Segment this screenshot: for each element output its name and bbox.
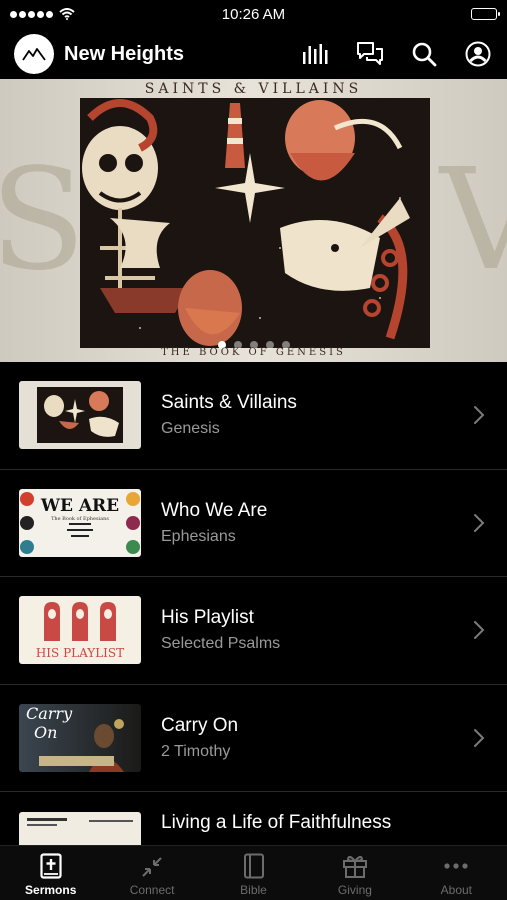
tab-label: Sermons bbox=[25, 883, 77, 897]
church-logo[interactable] bbox=[14, 34, 54, 74]
list-item-text: Carry On 2 Timothy bbox=[161, 715, 507, 761]
hero-background-letter-left: S bbox=[0, 139, 86, 302]
mountain-logo-icon bbox=[22, 48, 46, 61]
gift-icon bbox=[342, 855, 367, 878]
app-title: New Heights bbox=[64, 42, 185, 65]
more-dots-icon bbox=[444, 863, 468, 869]
hero-bottom-text: THE BOOK OF GENESIS bbox=[161, 347, 346, 358]
status-bar: 10:26 AM bbox=[0, 0, 507, 28]
tab-label: Giving bbox=[337, 883, 372, 897]
tab-connect[interactable]: Connect bbox=[101, 846, 202, 900]
hero-banner[interactable]: S V SAINTS & VILLAINS THE BOOK OF GENESI… bbox=[0, 79, 507, 362]
list-item-text: Living a Life of Faithfulness bbox=[161, 812, 507, 834]
bible-plus-icon bbox=[40, 853, 62, 879]
chevron-right-icon bbox=[474, 406, 485, 425]
thumbnail-title-line-2: On bbox=[34, 722, 58, 742]
list-item[interactable]: Carry On 2 Timothy Carry On bbox=[0, 685, 507, 792]
signal-strength-icon bbox=[10, 10, 53, 18]
list-item[interactable]: Who We Are Ephesians WE ARE The Book of … bbox=[0, 470, 507, 577]
connect-arrows-icon bbox=[142, 857, 162, 877]
list-item[interactable]: His Playlist Selected Psalms HIS PLAYLIS… bbox=[0, 577, 507, 685]
sermon-subtitle: Ephesians bbox=[161, 527, 236, 545]
hero-top-text: SAINTS & VILLAINS bbox=[144, 81, 363, 97]
list-item[interactable]: Saints & Villains Genesis bbox=[0, 362, 507, 470]
status-time: 10:26 AM bbox=[221, 5, 286, 23]
search-icon[interactable] bbox=[409, 39, 439, 69]
tab-giving[interactable]: Giving bbox=[304, 846, 405, 900]
list-item-text: His Playlist Selected Psalms bbox=[161, 607, 507, 653]
sermon-subtitle: 2 Timothy bbox=[161, 742, 231, 760]
hero-artwork bbox=[80, 98, 430, 348]
book-icon bbox=[243, 853, 264, 879]
thumbnail-title-overlay: HIS PLAYLIST bbox=[35, 646, 125, 660]
series-thumbnail bbox=[19, 381, 141, 450]
audio-bars-icon[interactable] bbox=[301, 39, 331, 69]
hero-background-letter-right: V bbox=[440, 139, 507, 302]
chevron-right-icon bbox=[474, 621, 485, 640]
battery-icon bbox=[471, 8, 500, 20]
app-header: New Heights bbox=[0, 30, 507, 78]
sermon-title: Saints & Villains bbox=[161, 392, 297, 414]
chevron-right-icon bbox=[474, 728, 485, 747]
tab-sermons[interactable]: Sermons bbox=[0, 846, 101, 900]
chat-bubbles-icon[interactable] bbox=[355, 39, 385, 69]
sermon-title: His Playlist bbox=[161, 607, 254, 629]
sermon-subtitle: Genesis bbox=[161, 420, 220, 438]
profile-icon[interactable] bbox=[463, 39, 493, 69]
sermon-title: Carry On bbox=[161, 714, 239, 736]
tab-bar: Sermons Connect Bible Giving About bbox=[0, 845, 507, 900]
thumbnail-title-overlay: WE ARE bbox=[40, 495, 120, 516]
tab-label: Connect bbox=[129, 883, 175, 897]
sermon-list: Saints & Villains Genesis Who We Are Eph… bbox=[0, 362, 507, 900]
thumbnail-title-line-1: Carry bbox=[26, 703, 73, 723]
sermon-subtitle: Selected Psalms bbox=[161, 635, 281, 653]
tab-label: Bible bbox=[240, 883, 267, 897]
status-left bbox=[10, 8, 75, 20]
sermon-title: Living a Life of Faithfulness bbox=[161, 812, 392, 833]
chevron-right-icon bbox=[474, 513, 485, 532]
wifi-icon bbox=[59, 8, 75, 20]
sermon-title: Who We Are bbox=[161, 499, 268, 521]
tab-bible[interactable]: Bible bbox=[203, 846, 304, 900]
tab-label: About bbox=[440, 883, 472, 897]
tab-about[interactable]: About bbox=[406, 846, 507, 900]
thumbnail-caption-overlay: The Book of Ephesians bbox=[51, 515, 109, 522]
list-item-text: Saints & Villains Genesis bbox=[161, 392, 507, 438]
list-item-text: Who We Are Ephesians bbox=[161, 500, 507, 546]
header-actions bbox=[301, 39, 493, 69]
